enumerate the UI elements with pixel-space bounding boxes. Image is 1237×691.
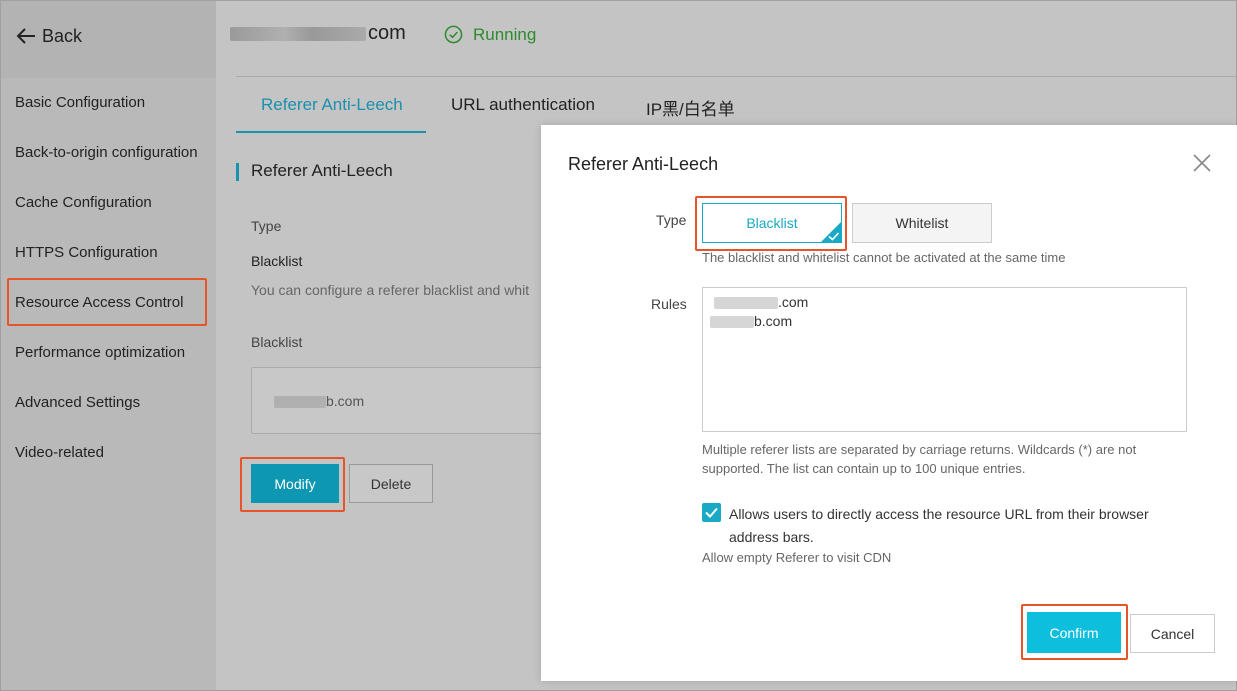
redacted-text <box>274 396 326 409</box>
type-value: Blacklist <box>251 253 303 269</box>
rule-line-2-text: b.com <box>754 313 793 329</box>
sidebar-item-performance-optimization[interactable]: Performance optimization <box>15 344 185 361</box>
close-icon[interactable] <box>1192 153 1212 173</box>
redacted-text <box>710 316 754 329</box>
checkbox-help-text: Allow empty Referer to visit CDN <box>702 550 892 565</box>
type-label: Type <box>251 218 282 234</box>
highlight-blacklist-option <box>695 196 847 251</box>
section-marker <box>236 163 239 181</box>
checkbox-label[interactable]: Allows users to directly access the reso… <box>729 503 1179 549</box>
section-title: Referer Anti-Leech <box>251 161 393 180</box>
type-description: You can configure a referer blacklist an… <box>251 282 530 298</box>
sidebar-item-https-configuration[interactable]: HTTPS Configuration <box>15 244 158 261</box>
check-circle-icon <box>444 25 463 44</box>
highlight-resource-access-control <box>7 278 207 326</box>
whitelist-option[interactable]: Whitelist <box>852 203 992 243</box>
domain-name: com <box>230 22 406 45</box>
rule-line-1-text: .com <box>778 294 809 310</box>
redacted-domain <box>230 26 366 41</box>
blacklist-entry: b.com <box>274 393 364 409</box>
delete-button[interactable]: Delete <box>349 464 433 503</box>
allow-empty-referer-checkbox[interactable] <box>702 503 721 522</box>
arrow-left-icon <box>16 28 35 44</box>
back-label: Back <box>42 26 83 46</box>
dialog-type-label: Type <box>656 212 687 228</box>
sidebar-item-cache-configuration[interactable]: Cache Configuration <box>15 194 152 211</box>
rule-line-2: b.com <box>710 313 792 329</box>
tab-url-authentication[interactable]: URL authentication <box>451 95 595 115</box>
dialog-title: Referer Anti-Leech <box>568 154 719 174</box>
sidebar-item-advanced-settings[interactable]: Advanced Settings <box>15 394 140 411</box>
blacklist-label: Blacklist <box>251 334 303 350</box>
sidebar-item-video-related[interactable]: Video-related <box>15 444 104 461</box>
sidebar-item-basic-configuration[interactable]: Basic Configuration <box>15 94 145 111</box>
blacklist-entry-suffix: b.com <box>326 393 365 409</box>
highlight-modify-button <box>240 457 345 512</box>
rules-label: Rules <box>651 296 687 312</box>
rule-line-1: .com <box>714 294 808 310</box>
tabs-divider <box>236 76 1236 77</box>
tab-ip-list[interactable]: IP黑/白名单 <box>646 95 735 120</box>
tab-referer-anti-leech[interactable]: Referer Anti-Leech <box>261 95 403 115</box>
checkmark-icon <box>705 507 718 518</box>
domain-suffix: com <box>368 22 406 44</box>
cancel-button[interactable]: Cancel <box>1130 614 1215 653</box>
status-badge: Running <box>473 25 537 44</box>
type-help-text: The blacklist and whitelist cannot be ac… <box>702 250 1066 265</box>
rules-help-text: Multiple referer lists are separated by … <box>702 442 1137 476</box>
sidebar-item-back-to-origin[interactable]: Back-to-origin configuration <box>15 144 198 161</box>
back-button[interactable]: Back <box>1 1 216 78</box>
highlight-confirm-button <box>1021 604 1128 660</box>
active-tab-indicator <box>236 131 426 133</box>
redacted-text <box>714 297 778 310</box>
